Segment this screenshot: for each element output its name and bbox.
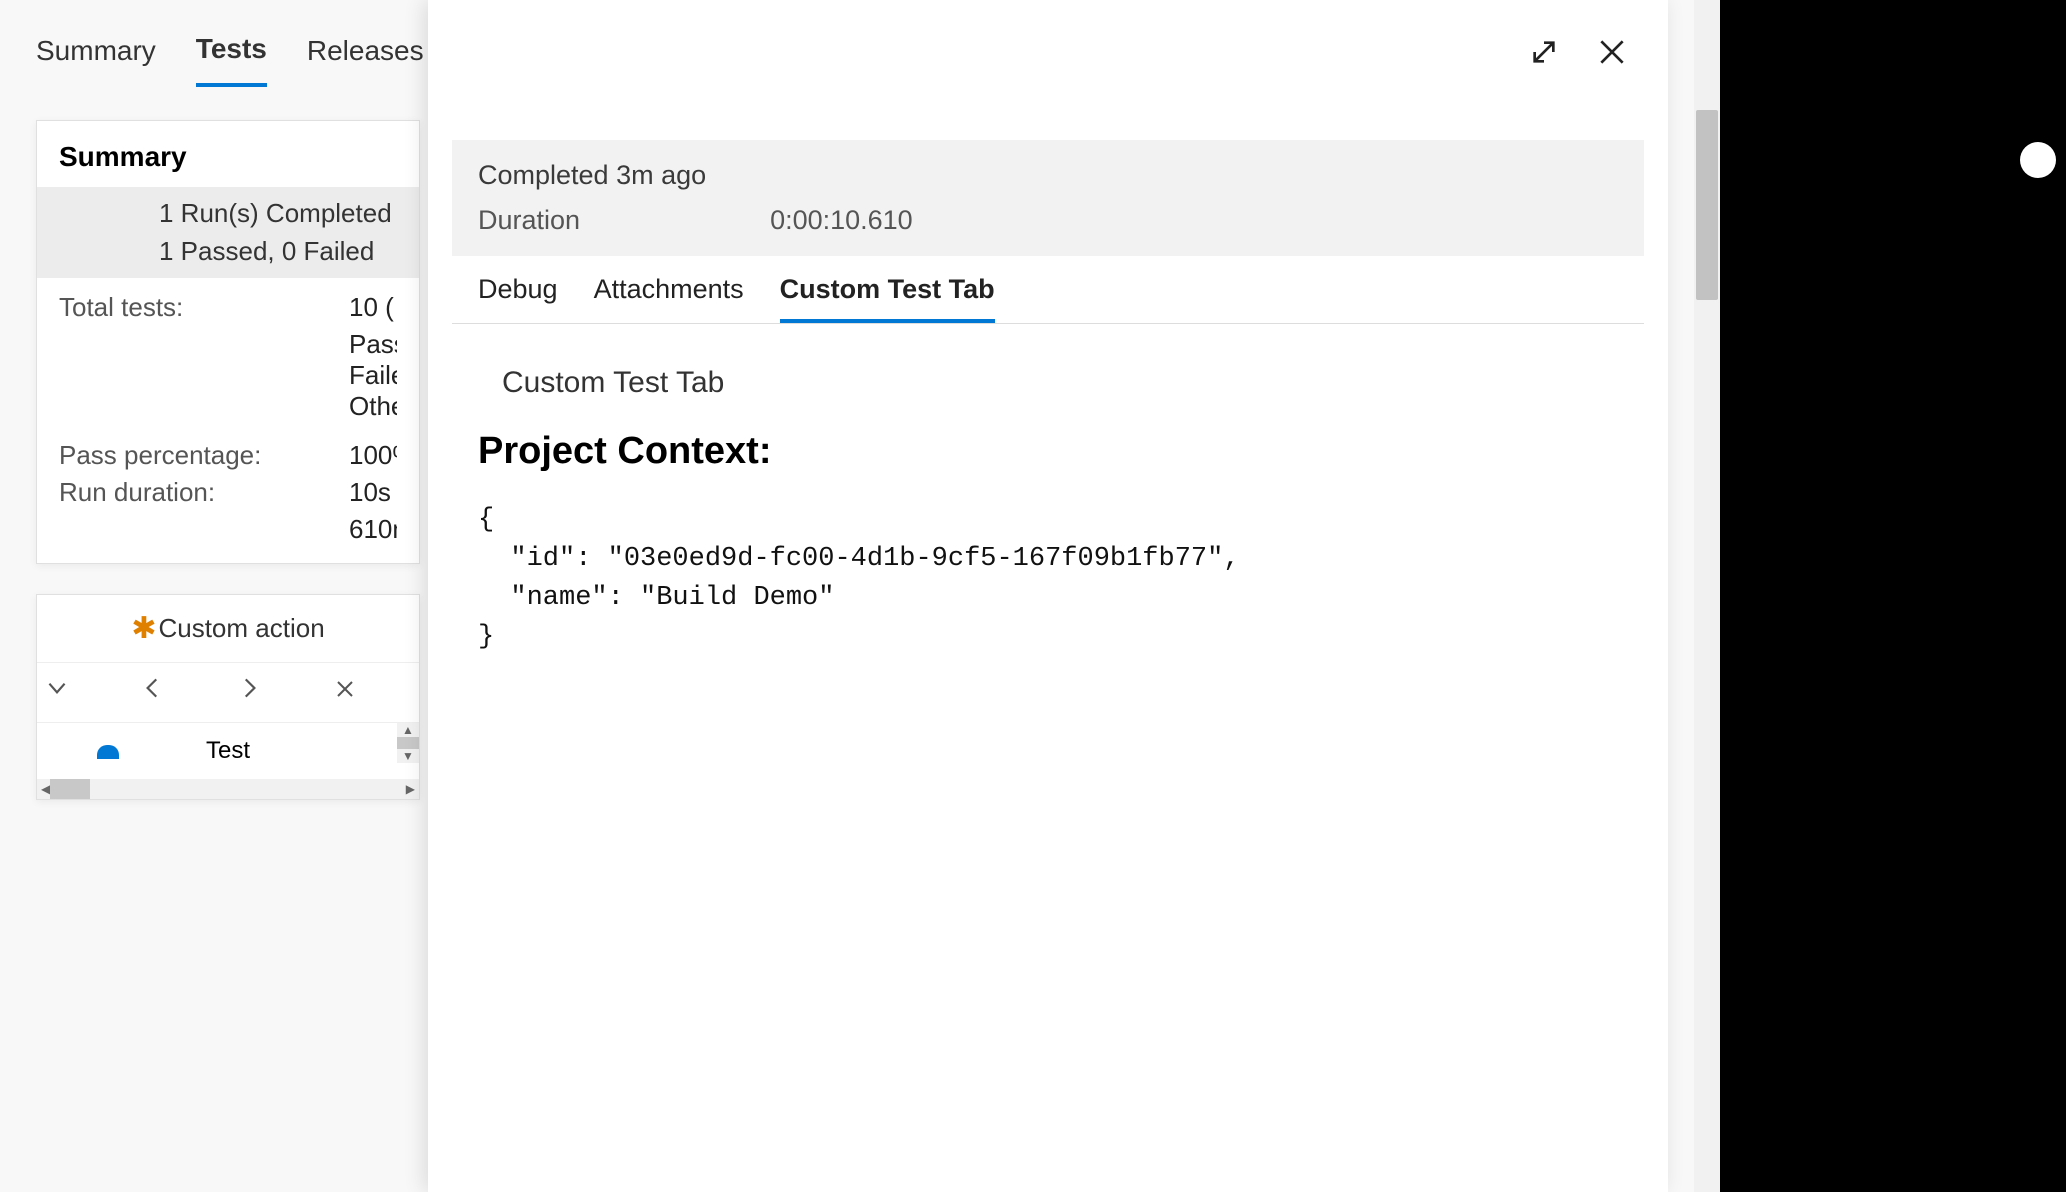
custom-action-header[interactable]: ✱ Custom action (37, 595, 419, 662)
passed-label: Passed (349, 329, 397, 360)
project-context-json: { "id": "03e0ed9d-fc00-4d1b-9cf5-167f09b… (478, 501, 1618, 658)
action-body: Test ▲ ▼ (37, 722, 419, 779)
action-nav (37, 662, 419, 722)
scroll-right-icon[interactable]: ▶ (406, 782, 415, 796)
scroll-left-icon[interactable]: ◀ (41, 782, 50, 796)
detail-subtitle: Custom Test Tab (502, 366, 1618, 400)
outer-vertical-scrollbar[interactable] (1694, 0, 1720, 1192)
detail-tabs: Debug Attachments Custom Test Tab (452, 256, 1644, 324)
summary-card: Summary 1 Run(s) Completed 1 Passed, 0 F… (36, 120, 420, 564)
summary-banner: 1 Run(s) Completed 1 Passed, 0 Failed (37, 187, 419, 278)
duration-label: Duration (478, 205, 580, 236)
detail-body: Custom Test Tab Project Context: { "id":… (428, 324, 1668, 686)
mini-horizontal-scrollbar[interactable]: ◀ ▶ (37, 779, 419, 799)
custom-action-card: ✱ Custom action Test (36, 594, 420, 800)
summary-banner-line1: 1 Run(s) Completed (59, 195, 397, 233)
detail-tab-attachments[interactable]: Attachments (594, 274, 744, 323)
scroll-thumb[interactable] (397, 737, 419, 749)
detail-topbar (428, 0, 1668, 80)
completed-status: Completed 3m ago (478, 160, 1618, 191)
total-tests-value: 10 ( (349, 292, 397, 323)
pass-pct-value: 100% (349, 440, 397, 471)
outer-scroll-thumb[interactable] (1696, 110, 1718, 300)
close-icon[interactable] (1596, 36, 1628, 73)
scroll-down-icon[interactable]: ▼ (402, 749, 414, 763)
custom-action-label: Custom action (158, 613, 324, 644)
chevron-left-icon[interactable] (133, 675, 173, 708)
action-test-label: Test (206, 737, 250, 764)
progress-dot (97, 745, 119, 759)
asterisk-icon: ✱ (131, 614, 156, 644)
overlay-dot (2020, 142, 2056, 178)
tab-releases[interactable]: Releases (307, 35, 424, 85)
total-tests-label: Total tests: (59, 292, 349, 323)
app-frame: Summary Tests Releases Code Coverage Sum… (0, 0, 1720, 1192)
run-duration-value2: 610ms (349, 514, 397, 545)
duration-value: 0:00:10.610 (770, 205, 913, 236)
scroll-thumb-h[interactable] (50, 779, 90, 799)
summary-banner-line2: 1 Passed, 0 Failed (59, 233, 397, 271)
project-context-heading: Project Context: (478, 430, 1618, 473)
other-label: Other (349, 391, 397, 422)
chevron-right-icon[interactable] (229, 675, 269, 708)
detail-tab-custom[interactable]: Custom Test Tab (780, 274, 995, 323)
detail-tab-debug[interactable]: Debug (478, 274, 558, 323)
close-icon[interactable] (325, 676, 365, 708)
expand-icon[interactable] (1528, 36, 1560, 73)
run-duration-label: Run duration: (59, 477, 349, 508)
failed-label: Failed (349, 360, 397, 391)
pass-pct-label: Pass percentage: (59, 440, 349, 471)
chevron-down-icon[interactable] (37, 675, 77, 708)
summary-rows: Total tests: 10 ( Passed Failed Other Pa… (37, 278, 419, 563)
detail-panel: Completed 3m ago Duration 0:00:10.610 De… (428, 0, 1668, 1192)
tab-summary[interactable]: Summary (36, 35, 156, 85)
summary-card-title: Summary (37, 121, 419, 187)
run-duration-value: 10s (349, 477, 397, 508)
scroll-up-icon[interactable]: ▲ (402, 723, 414, 737)
detail-meta: Completed 3m ago Duration 0:00:10.610 (452, 140, 1644, 256)
mini-vertical-scrollbar[interactable]: ▲ ▼ (397, 723, 419, 763)
tab-tests[interactable]: Tests (196, 33, 267, 87)
